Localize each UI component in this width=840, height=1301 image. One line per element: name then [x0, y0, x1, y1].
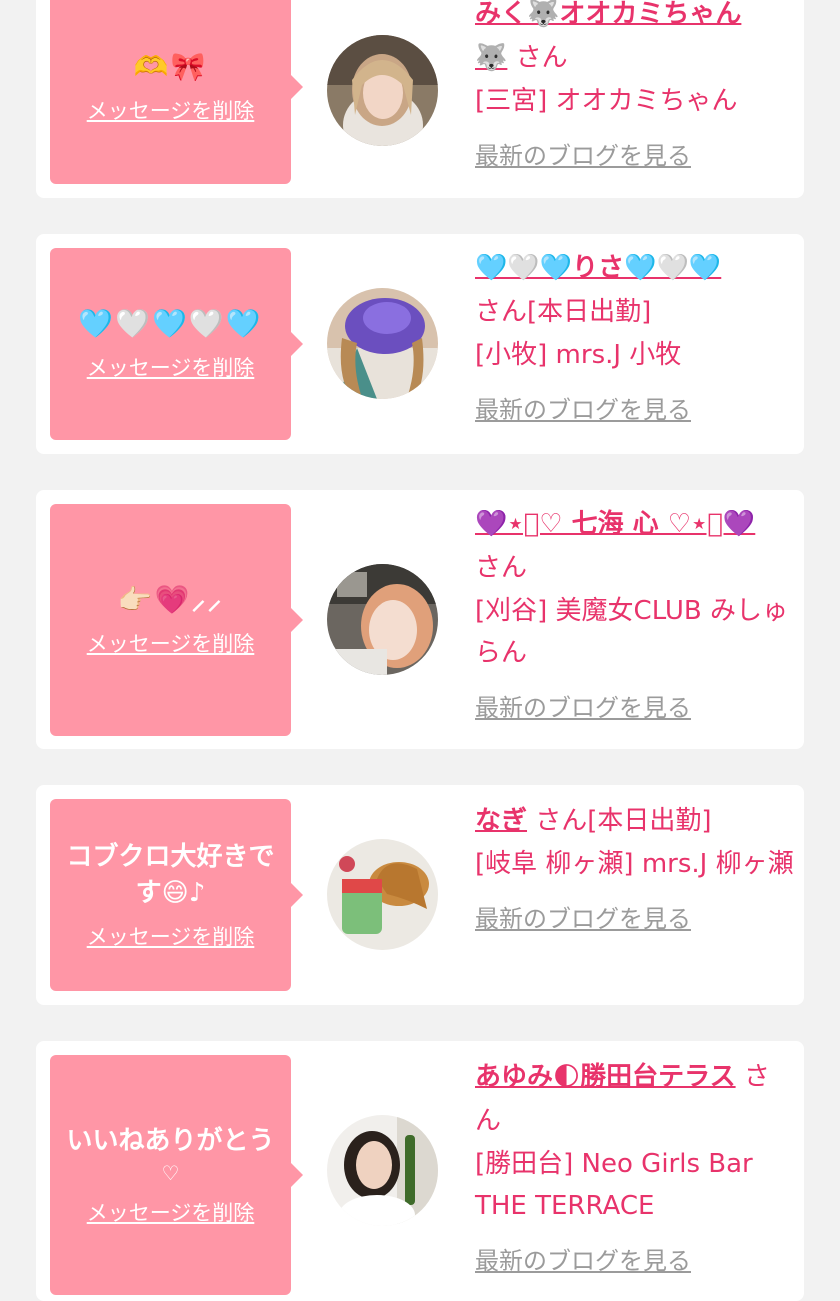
- message-text: 👉🏻💗⸝⸝: [117, 583, 224, 616]
- sender-name-link[interactable]: 🩵🤍🩵りさ🩵🤍🩵: [475, 253, 721, 283]
- delete-message-link[interactable]: メッセージを削除: [87, 352, 255, 382]
- message-list: 🫶🎀 メッセージを削除 みく🐺オオカミちゃん 🐺 さん [三宮] オオカミちゃん…: [0, 0, 840, 1301]
- shop-name: [刈谷] 美魔女CLUB みしゅらん: [475, 596, 789, 668]
- delete-message-link[interactable]: メッセージを削除: [87, 1197, 255, 1227]
- latest-blog-link[interactable]: 最新のブログを見る: [475, 1239, 795, 1283]
- latest-blog-link[interactable]: 最新のブログを見る: [475, 897, 795, 941]
- message-card: 🩵🤍🩵🤍🩵 メッセージを削除 🩵🤍🩵りさ🩵🤍🩵 さん[本日出勤] [小牧] mr…: [36, 234, 804, 454]
- sender-info: あゆみ🌓勝田台テラス さん [勝田台] Neo Girls Bar THE TE…: [475, 1055, 795, 1283]
- message-text: 🩵🤍🩵🤍🩵: [78, 307, 263, 340]
- message-card: 👉🏻💗⸝⸝ メッセージを削除 💜⋆͛♡ 七海 心 ♡⋆͛💜 さん [刈谷] 美魔…: [36, 490, 804, 749]
- shop-name: [小牧] mrs.J 小牧: [475, 340, 682, 370]
- shop-name: [岐阜 柳ヶ瀬] mrs.J 柳ヶ瀬: [475, 849, 794, 879]
- sender-name-extra: 🐺: [475, 43, 508, 73]
- message-bubble: 🫶🎀 メッセージを削除: [50, 0, 303, 184]
- sender-info: 🩵🤍🩵りさ🩵🤍🩵 さん[本日出勤] [小牧] mrs.J 小牧 最新のブログを見…: [475, 246, 795, 432]
- sender-name-link[interactable]: あゆみ🌓勝田台テラス: [475, 1062, 736, 1092]
- avatar[interactable]: [327, 288, 438, 399]
- message-card: いいねありがとう ♡ メッセージを削除 あゆみ🌓勝田台テラス さん [勝田台] …: [36, 1041, 804, 1301]
- sender-info: 💜⋆͛♡ 七海 心 ♡⋆͛💜 さん [刈谷] 美魔女CLUB みしゅらん 最新の…: [475, 502, 795, 730]
- honorific-text: さん: [527, 806, 588, 836]
- sender-info: なぎ さん[本日出勤] [岐阜 柳ヶ瀬] mrs.J 柳ヶ瀬 最新のブログを見る: [475, 799, 795, 941]
- shop-name: [勝田台] Neo Girls Bar THE TERRACE: [475, 1149, 753, 1221]
- avatar[interactable]: [327, 839, 438, 950]
- honorific-text: さん: [475, 553, 528, 583]
- delete-message-link[interactable]: メッセージを削除: [87, 628, 255, 658]
- latest-blog-link[interactable]: 最新のブログを見る: [475, 388, 795, 432]
- message-bubble: 👉🏻💗⸝⸝ メッセージを削除: [50, 504, 303, 736]
- heart-text: ♡: [161, 1161, 180, 1185]
- status-badge: [本日出勤]: [587, 806, 712, 836]
- latest-blog-link[interactable]: 最新のブログを見る: [475, 686, 795, 730]
- sender-name-link[interactable]: みく🐺オオカミちゃん: [475, 0, 741, 29]
- message-bubble: コブクロ大好きです😄♪ メッセージを削除: [50, 799, 303, 991]
- message-text: いいねありがとう: [66, 1126, 275, 1156]
- avatar[interactable]: [327, 564, 438, 675]
- message-card: 🫶🎀 メッセージを削除 みく🐺オオカミちゃん 🐺 さん [三宮] オオカミちゃん…: [36, 0, 804, 198]
- sender-name-link[interactable]: なぎ: [475, 806, 527, 836]
- sender-name-link[interactable]: 💜⋆͛♡ 七海 心 ♡⋆͛💜: [475, 509, 755, 539]
- avatar[interactable]: [327, 1115, 438, 1226]
- message-bubble: 🩵🤍🩵🤍🩵 メッセージを削除: [50, 248, 303, 440]
- delete-message-link[interactable]: メッセージを削除: [87, 921, 255, 951]
- avatar[interactable]: [327, 35, 438, 146]
- message-text: コブクロ大好きです😄♪: [66, 842, 275, 908]
- honorific-text: さん: [507, 43, 568, 73]
- sender-info: みく🐺オオカミちゃん 🐺 さん [三宮] オオカミちゃん 最新のブログを見る: [475, 0, 795, 178]
- honorific-text: さん: [475, 297, 528, 327]
- message-bubble: いいねありがとう ♡ メッセージを削除: [50, 1055, 303, 1295]
- message-text: 🫶🎀: [133, 50, 208, 83]
- latest-blog-link[interactable]: 最新のブログを見る: [475, 134, 795, 178]
- message-card: コブクロ大好きです😄♪ メッセージを削除 なぎ さん[本日出勤] [岐阜 柳ヶ瀬…: [36, 785, 804, 1005]
- status-badge: [本日出勤]: [527, 297, 652, 327]
- delete-message-link[interactable]: メッセージを削除: [87, 95, 255, 125]
- shop-name: [三宮] オオカミちゃん: [475, 86, 738, 116]
